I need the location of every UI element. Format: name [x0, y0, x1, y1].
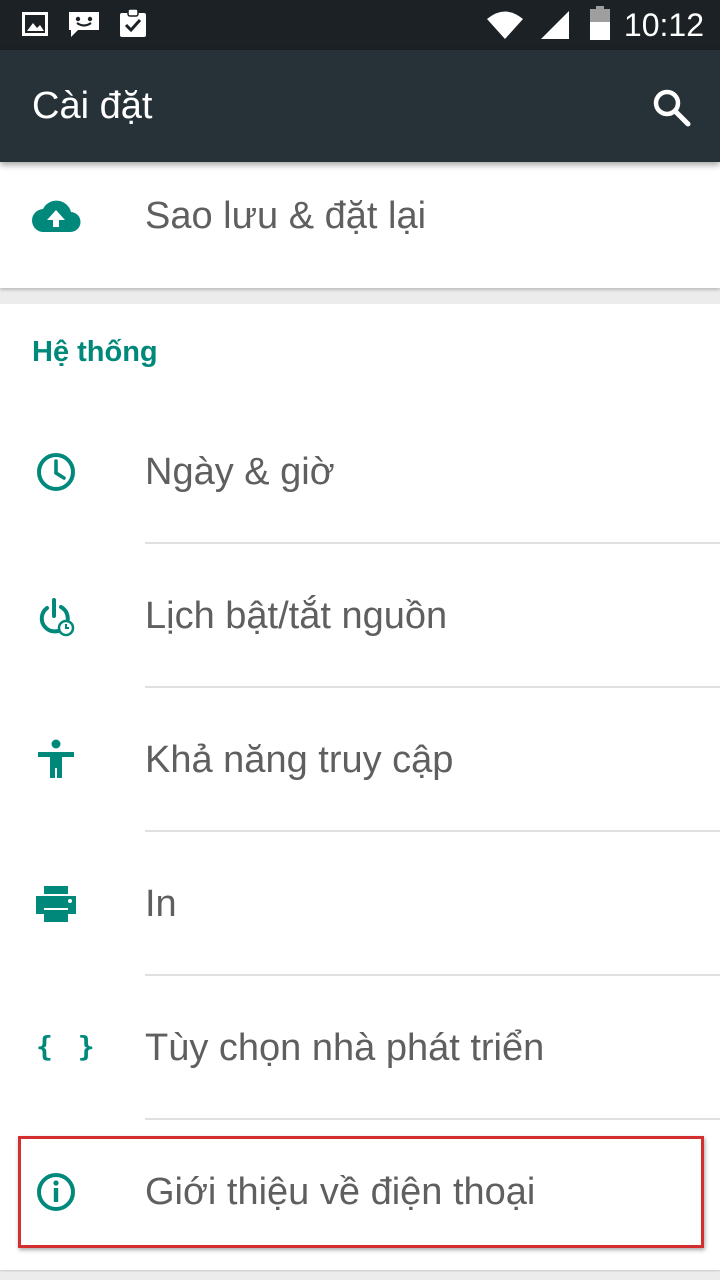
setting-item-label: Lịch bật/tắt nguồn	[145, 595, 448, 637]
status-time: 10:12	[623, 7, 704, 43]
wifi-icon	[487, 11, 523, 39]
setting-item-accessibility[interactable]: Khả năng truy cập	[0, 688, 720, 832]
image-icon	[22, 12, 48, 36]
setting-item-label: Khả năng truy cập	[145, 739, 454, 781]
setting-item-label: In	[145, 883, 177, 925]
setting-item-label: Ngày & giờ	[145, 451, 335, 493]
setting-item-developer-options[interactable]: { } Tùy chọn nhà phát triển	[0, 976, 720, 1120]
developer-braces-icon: { }	[36, 1030, 99, 1063]
cloud-upload-icon	[31, 200, 81, 233]
messenger-icon	[69, 12, 99, 37]
system-section: Hệ thống Ngày & giờ Lịch bật/tắt nguồn K…	[0, 304, 720, 1270]
search-icon[interactable]	[644, 80, 700, 136]
status-bar: 10:12	[0, 0, 720, 50]
page-title: Cài đặt	[32, 85, 153, 127]
backup-section: Sao lưu & đặt lại	[0, 162, 720, 288]
setting-item-power-schedule[interactable]: Lịch bật/tắt nguồn	[0, 544, 720, 688]
signal-icon	[541, 11, 569, 39]
setting-item-label: Sao lưu & đặt lại	[145, 195, 427, 237]
power-schedule-icon	[39, 598, 75, 637]
setting-item-backup-reset[interactable]: Sao lưu & đặt lại	[0, 162, 720, 274]
setting-item-printing[interactable]: In	[0, 832, 720, 976]
accessibility-icon	[38, 739, 74, 778]
setting-item-label: Tùy chọn nhà phát triển	[145, 1027, 545, 1069]
clock-icon	[37, 453, 75, 491]
setting-item-date-time[interactable]: Ngày & giờ	[0, 400, 720, 544]
printer-icon	[36, 886, 76, 922]
clipboard-check-icon	[120, 8, 146, 37]
highlight-box	[18, 1136, 704, 1248]
app-bar: Cài đặt	[0, 50, 720, 162]
battery-icon	[590, 6, 610, 40]
section-header: Hệ thống	[32, 336, 158, 368]
